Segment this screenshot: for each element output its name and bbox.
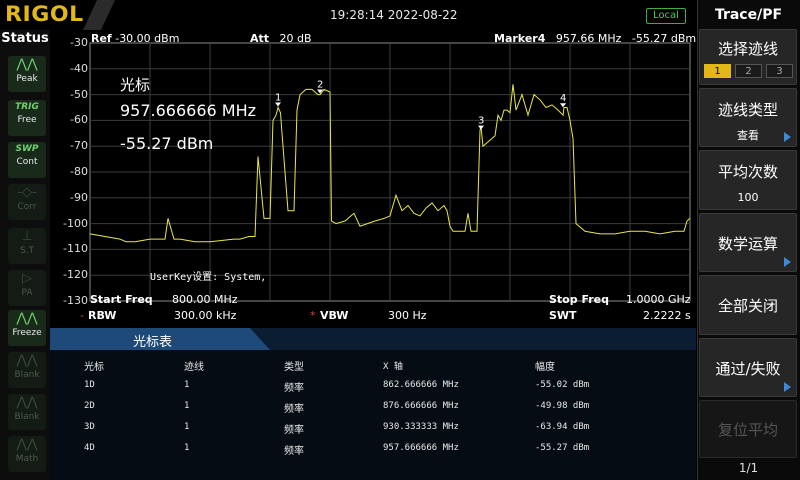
mt-cell-r4-c1: 4D (84, 443, 95, 453)
mt-cell-r3-c5: -63.94 dBm (535, 422, 590, 432)
marker-4-label: 4 (560, 93, 566, 104)
mt-cell-r4-c4: 957.666666 MHz (383, 443, 459, 453)
mt-cell-r3-c3: 频率 (284, 425, 304, 436)
swt-label: SWT (549, 309, 577, 322)
mt-col-trace: 迹线 (184, 362, 204, 373)
trace-type-button[interactable]: 迹线类型 查看 (699, 88, 797, 147)
mt-cell-r1-c5: -55.02 dBm (535, 380, 590, 390)
ref-value: -30.00 dBm (115, 32, 180, 45)
rbw-auto-icon: - (80, 309, 84, 322)
marker-3-label: 3 (478, 116, 484, 127)
y-tick-label: -130 (63, 294, 88, 307)
start-freq-value[interactable]: 800.00 MHz (172, 293, 238, 306)
y-tick-label: -80 (70, 165, 88, 178)
vbw-manual-icon: * (310, 309, 316, 322)
y-tick-label: -120 (63, 268, 88, 282)
select-trace-label: 选择迹线 (717, 40, 778, 58)
mt-cell-r2-c3: 频率 (284, 404, 304, 415)
menu-title: Trace/PF (714, 7, 783, 23)
swt-value[interactable]: 2.2222 s (643, 309, 691, 322)
y-tick-label: -60 (70, 113, 88, 127)
user-key-text: UserKey设置: System, (150, 272, 267, 283)
marker-readout-amp: -55.27 dBm (120, 134, 214, 153)
marker-table-title: 光标表 (133, 335, 173, 350)
mt-cell-r2-c4: 876.666666 MHz (383, 401, 459, 411)
stop-freq-label: Stop Freq (549, 293, 610, 306)
mt-cell-r1-c4: 862.666666 MHz (383, 380, 459, 390)
mt-cell-r4-c5: -55.27 dBm (535, 443, 590, 453)
rbw-value[interactable]: 300.00 kHz (174, 309, 236, 322)
pass-fail-label: 通过/失败 (715, 360, 781, 378)
y-tick-label: -50 (70, 87, 88, 101)
all-off-button[interactable]: 全部关闭 (699, 275, 797, 335)
att-label: Att (250, 32, 270, 45)
math-op-label: 数学运算 (717, 235, 778, 253)
avg-count-button[interactable]: 平均次数 100 (699, 150, 797, 210)
reset-avg-label: 复位平均 (717, 421, 778, 439)
marker-header-label: Marker4 (494, 32, 546, 45)
y-tick-label: -30 (70, 36, 88, 49)
start-freq-label: Start Freq (90, 293, 153, 306)
graticule (89, 42, 691, 302)
mt-cell-r2-c2: 1 (184, 401, 190, 411)
mt-cell-r3-c2: 1 (184, 422, 190, 432)
trace-option-1[interactable]: 1 (704, 64, 731, 78)
marker-table (50, 350, 696, 480)
avg-count-value: 100 (737, 191, 759, 204)
mt-col-type: 类型 (284, 362, 304, 373)
trace-option-2[interactable]: 2 (735, 64, 762, 78)
trace-option-3[interactable]: 3 (766, 64, 793, 78)
all-off-label: 全部关闭 (717, 297, 778, 315)
mt-cell-r1-c3: 频率 (284, 383, 304, 394)
marker-readout-title: 光标 (120, 76, 151, 94)
y-tick-label: -40 (70, 61, 88, 75)
mt-cell-r2-c1: 2D (84, 401, 95, 411)
submenu-arrow-icon (784, 382, 791, 392)
mt-cell-r4-c3: 频率 (284, 446, 304, 457)
ref-label: Ref (91, 32, 112, 45)
y-tick-label: -70 (70, 139, 88, 153)
marker-2-label: 2 (317, 80, 323, 91)
y-tick-label: -90 (70, 190, 88, 204)
reset-avg-button[interactable]: 复位平均 (699, 400, 797, 458)
trace-type-value: 查看 (737, 129, 759, 142)
submenu-arrow-icon (784, 257, 791, 267)
mt-cell-r3-c1: 3D (84, 422, 95, 432)
mt-col-amp: 幅度 (535, 362, 555, 373)
marker-header: Marker4 957.66 MHz -55.27 dBm (494, 32, 696, 45)
ref-level: Ref -30.00 dBm (91, 32, 179, 45)
y-tick-label: -100 (63, 216, 88, 230)
mt-cell-r4-c2: 1 (184, 443, 190, 453)
mt-col-marker: 光标 (84, 362, 104, 373)
trace-type-label: 迹线类型 (717, 101, 778, 119)
marker-header-freq: 957.66 MHz (555, 32, 622, 45)
marker-header-amp: -55.27 dBm (631, 32, 697, 45)
stop-freq-value[interactable]: 1.0000 GHz (626, 293, 691, 306)
vbw-value[interactable]: 300 Hz (388, 309, 427, 322)
avg-count-label: 平均次数 (717, 163, 778, 181)
marker-4-point (560, 103, 566, 108)
att-value: 20 dB (279, 32, 312, 45)
submenu-arrow-icon (784, 132, 791, 142)
mt-cell-r3-c4: 930.333333 MHz (383, 422, 459, 432)
vbw-label: VBW (320, 309, 349, 322)
mt-col-x: X 轴 (383, 362, 403, 372)
y-tick-label: -110 (63, 242, 88, 256)
mt-cell-r2-c5: -49.98 dBm (535, 401, 590, 411)
mt-cell-r1-c1: 1D (84, 380, 95, 390)
menu-page-indicator: 1/1 (738, 461, 759, 475)
marker-readout-freq: 957.666666 MHz (120, 101, 257, 120)
rbw-label: RBW (88, 309, 117, 322)
pass-fail-button[interactable]: 通过/失败 (699, 338, 797, 397)
mt-cell-r1-c2: 1 (184, 380, 190, 390)
marker-3-point (478, 125, 484, 130)
math-op-button[interactable]: 数学运算 (699, 213, 797, 272)
attenuation: Att 20 dB (250, 32, 312, 45)
marker-1-point (275, 102, 281, 107)
marker-1-label: 1 (275, 93, 281, 104)
